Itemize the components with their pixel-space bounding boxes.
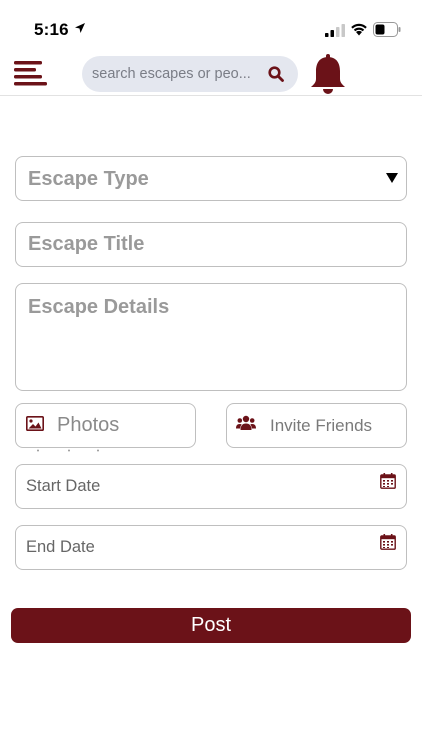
- calendar-icon[interactable]: [380, 473, 396, 489]
- escape-details-textarea[interactable]: Escape Details: [15, 283, 407, 391]
- post-button[interactable]: Post: [11, 608, 411, 643]
- photos-label: Photos: [57, 414, 120, 436]
- search-bar[interactable]: [82, 56, 298, 92]
- photos-button[interactable]: Photos: [15, 403, 196, 448]
- escape-type-select[interactable]: Escape Type: [15, 156, 407, 201]
- users-icon: [236, 415, 256, 430]
- start-date-input[interactable]: [26, 465, 366, 508]
- calendar-icon[interactable]: [380, 534, 396, 550]
- escape-title-input[interactable]: Escape Title: [15, 222, 407, 267]
- start-date-field[interactable]: [15, 464, 407, 509]
- menu-icon[interactable]: [14, 60, 48, 86]
- escape-details-label: Escape Details: [28, 296, 170, 318]
- bell-icon[interactable]: [309, 54, 347, 94]
- end-date-field[interactable]: [15, 525, 407, 570]
- status-bar: 5:16: [0, 0, 422, 48]
- status-time: 5:16: [34, 20, 69, 39]
- escape-type-label: Escape Type: [28, 168, 149, 190]
- search-input[interactable]: [92, 56, 268, 92]
- escape-title-label: Escape Title: [28, 233, 145, 255]
- search-icon[interactable]: [268, 66, 284, 82]
- photos-divider: [37, 449, 99, 452]
- end-date-input[interactable]: [26, 526, 366, 569]
- wifi-icon: [351, 23, 367, 36]
- app-header: [0, 48, 422, 96]
- location-arrow-icon: [75, 23, 85, 33]
- image-icon: [26, 416, 44, 431]
- caret-down-icon[interactable]: [386, 173, 398, 183]
- cellular-signal-icon: [325, 24, 345, 37]
- battery-icon: [373, 22, 401, 37]
- invite-friends-label: Invite Friends: [270, 416, 373, 435]
- invite-friends-button[interactable]: Invite Friends: [226, 403, 407, 448]
